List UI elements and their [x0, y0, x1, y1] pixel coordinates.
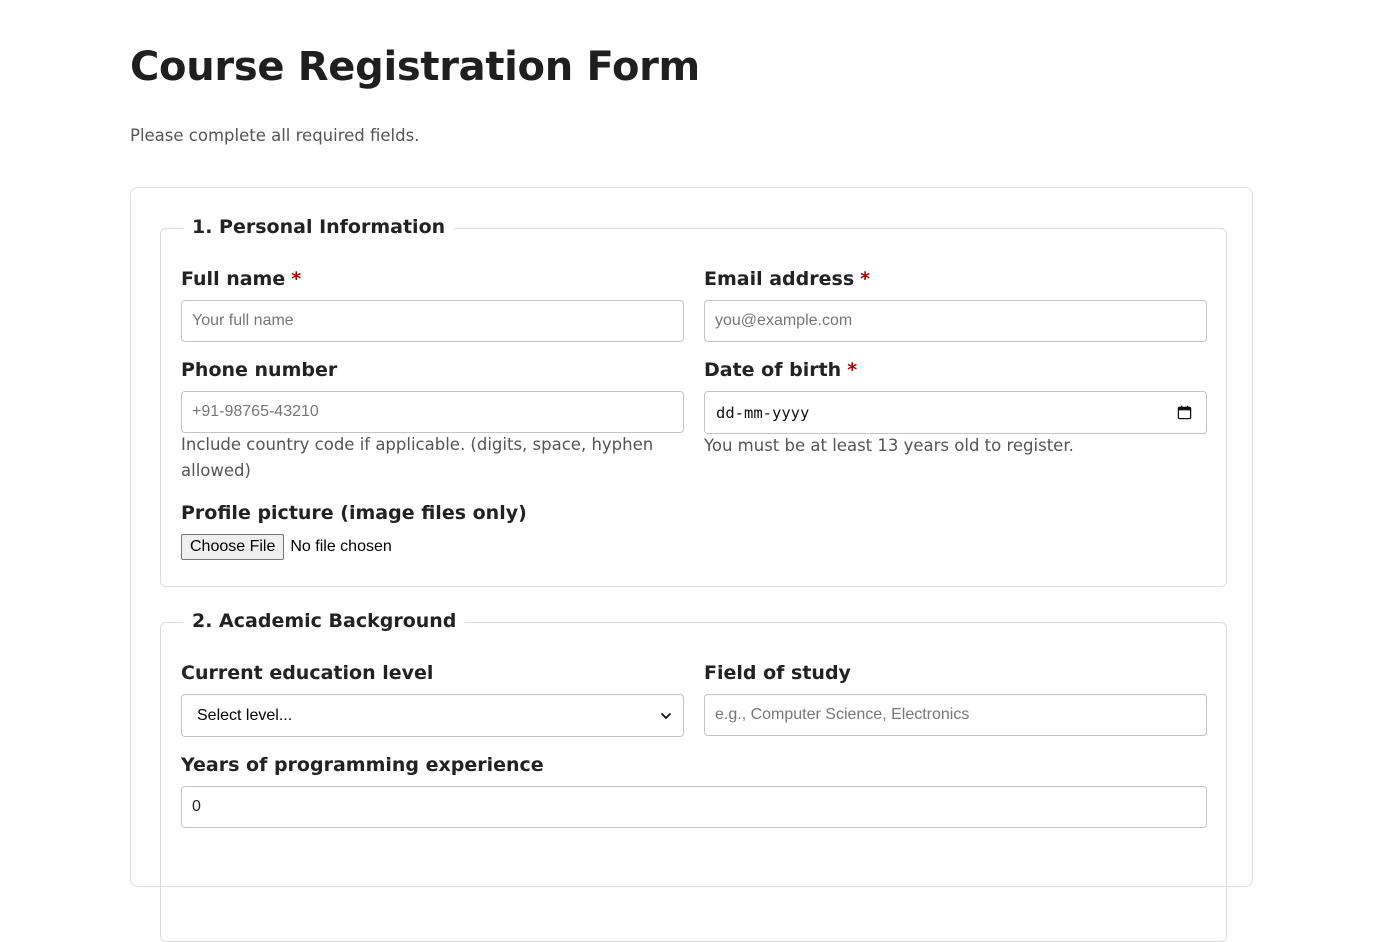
phone-label: Phone number	[181, 358, 684, 382]
email-label-text: Email address	[704, 268, 855, 290]
chevron-down-icon	[661, 713, 671, 719]
email-label: Email address *	[704, 267, 1207, 291]
page-subtitle: Please complete all required fields.	[130, 126, 420, 145]
education-level-label-text: Current education level	[181, 662, 434, 684]
email-field: Email address *	[704, 267, 1207, 342]
dob-label: Date of birth *	[704, 358, 1207, 382]
phone-label-text: Phone number	[181, 359, 338, 381]
experience-input[interactable]	[181, 786, 1207, 828]
phone-help-text: Include country code if applicable. (dig…	[181, 435, 654, 480]
section-legend-personal: 1. Personal Information	[183, 216, 455, 238]
full-name-input[interactable]	[181, 300, 684, 342]
dob-display: dd-mm-yyyy	[716, 404, 810, 422]
profile-picture-label: Profile picture (image files only)	[181, 501, 684, 525]
dob-field: Date of birth * dd-mm-yyyy You must be at…	[704, 358, 1207, 455]
registration-form: 1. Personal Information Full name* Email…	[130, 187, 1253, 942]
experience-label: Years of programming experience	[181, 753, 1207, 777]
dob-label-text: Date of birth	[704, 359, 842, 381]
education-level-selected: Select level...	[197, 707, 293, 724]
field-of-study-field: Field of study	[704, 661, 1207, 736]
required-mark: *	[847, 359, 858, 381]
dob-help-text: You must be at least 13 years old to reg…	[704, 436, 1074, 455]
section-legend-academic: 2. Academic Background	[183, 610, 466, 632]
personal-information-section: 1. Personal Information Full name* Email…	[160, 216, 1227, 587]
full-name-label: Full name *	[181, 267, 684, 291]
file-status: No file chosen	[290, 538, 392, 555]
education-level-label: Current education level	[181, 661, 684, 685]
full-name-label-text: Full name	[181, 268, 286, 290]
phone-input[interactable]	[181, 391, 684, 433]
profile-picture-input: Choose File No file chosen	[181, 534, 392, 560]
required-mark: *	[860, 268, 871, 290]
experience-field: Years of programming experience	[181, 753, 1207, 828]
choose-file-button[interactable]: Choose File	[181, 534, 285, 560]
profile-picture-label-text: Profile picture (image files only)	[181, 502, 527, 524]
field-of-study-input[interactable]	[704, 694, 1207, 736]
field-of-study-label-text: Field of study	[704, 662, 851, 684]
full-name-field: Full name *	[181, 267, 684, 342]
education-level-select[interactable]: Select level...	[181, 694, 684, 737]
education-level-field: Current education level Select level...	[181, 661, 684, 737]
dob-input[interactable]: dd-mm-yyyy	[704, 391, 1207, 434]
phone-field: Phone number Include country code if app…	[181, 358, 684, 480]
academic-background-section: 2. Academic Background Current education…	[160, 610, 1227, 942]
page-title: Course Registration Form	[130, 44, 700, 90]
profile-picture-field: Profile picture (image files only) Choos…	[181, 501, 684, 560]
required-mark: *	[291, 268, 302, 290]
calendar-icon[interactable]	[1177, 405, 1192, 420]
experience-label-text: Years of programming experience	[181, 754, 544, 776]
email-input[interactable]	[704, 300, 1207, 342]
field-of-study-label: Field of study	[704, 661, 1207, 685]
